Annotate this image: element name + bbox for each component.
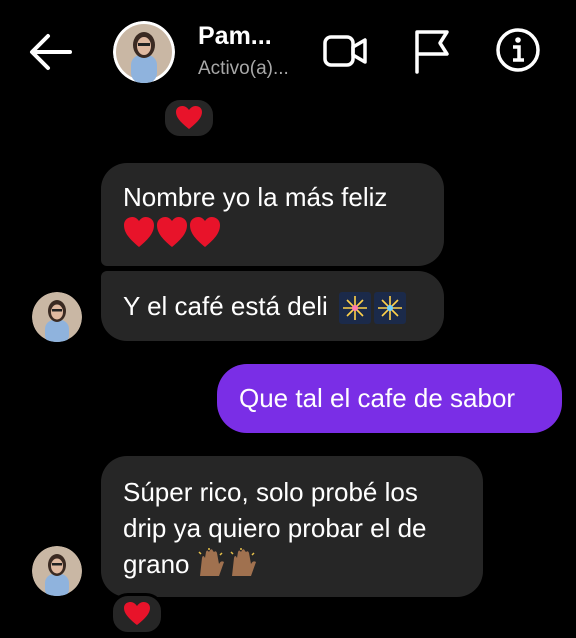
sender-avatar[interactable] — [32, 292, 82, 342]
video-call-icon[interactable] — [322, 31, 368, 71]
info-icon[interactable] — [495, 27, 541, 73]
hearts-emoji — [123, 215, 422, 257]
message-text: Y el café está deli — [123, 291, 328, 321]
heart-icon — [124, 602, 150, 625]
message-text: Que tal el cafe de sabor — [239, 383, 516, 413]
incoming-message[interactable]: Nombre yo la más feliz — [101, 163, 444, 266]
incoming-message[interactable]: Y el café está deli — [101, 271, 444, 341]
message-text: Nombre yo la más feliz — [123, 182, 388, 212]
sender-avatar[interactable] — [32, 546, 82, 596]
raised-hands-emoji-icon — [198, 548, 256, 576]
contact-name[interactable]: Pam... — [198, 22, 272, 51]
contact-avatar[interactable] — [113, 21, 175, 83]
heart-reaction[interactable] — [162, 97, 216, 139]
outgoing-message[interactable]: Que tal el cafe de sabor — [217, 364, 562, 433]
heart-icon — [176, 106, 202, 129]
incoming-message[interactable]: Súper rico, solo probé los drip ya quier… — [101, 456, 483, 597]
back-arrow-icon[interactable] — [26, 30, 74, 74]
heart-reaction[interactable] — [110, 593, 164, 635]
contact-status: Activo(a)... — [198, 58, 289, 79]
red-heart-emoji-icon — [124, 217, 220, 247]
chat-header: Pam... Activo(a)... — [0, 0, 576, 100]
message-text: Súper rico, solo probé los drip ya quier… — [123, 477, 427, 579]
fireworks-emoji-icon — [339, 292, 406, 325]
flag-icon[interactable] — [410, 28, 452, 74]
